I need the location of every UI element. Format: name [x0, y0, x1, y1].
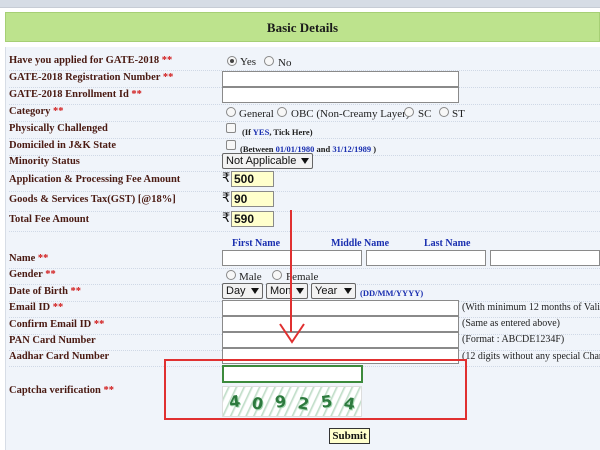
- arrow-down-icon: [279, 323, 305, 344]
- jk-label: Domiciled in J&K State: [9, 140, 117, 151]
- appfee-label: Application & Processing Fee Amount: [9, 174, 181, 185]
- enroll-label: GATE-2018 Enrollment Id **: [9, 89, 142, 100]
- minority-label: Minority Status: [9, 156, 80, 167]
- row-gst: Goods & Services Tax(GST) [@18%]: [9, 193, 600, 212]
- category-general-radio[interactable]: [226, 107, 236, 117]
- category-general-label: General: [239, 108, 274, 120]
- enroll-field[interactable]: [222, 87, 459, 103]
- applied-yes-label: Yes: [240, 56, 257, 68]
- captcha-label: Captcha verification **: [9, 385, 114, 396]
- page-title: Basic Details: [5, 12, 600, 42]
- applied-yes-radio[interactable]: [227, 56, 237, 66]
- confirm-email-field[interactable]: [222, 316, 459, 332]
- pan-note: (Format : ABCDE1234F): [462, 334, 565, 345]
- aadhar-label: Aadhar Card Number: [9, 351, 110, 362]
- pan-field[interactable]: [222, 332, 459, 348]
- rupee-icon: ₹: [222, 171, 231, 186]
- category-obc-label: OBC (Non-Creamy Layer): [291, 108, 410, 120]
- chevron-down-icon: [344, 288, 352, 294]
- gst-label: Goods & Services Tax(GST) [@18%]: [9, 194, 176, 205]
- total-field: 590: [231, 211, 274, 227]
- middle-name-field[interactable]: [366, 250, 486, 266]
- dob-day-select[interactable]: Day: [222, 283, 263, 299]
- dob-year-select[interactable]: Year: [311, 283, 356, 299]
- pan-label: PAN Card Number: [9, 335, 96, 346]
- rupee-icon: ₹: [222, 191, 231, 206]
- last-name-header: Last Name: [424, 238, 471, 249]
- category-st-radio[interactable]: [439, 107, 449, 117]
- jk-checkbox[interactable]: [226, 140, 236, 150]
- submit-button[interactable]: Submit: [329, 428, 370, 444]
- email-field[interactable]: [222, 300, 459, 316]
- category-sc-radio[interactable]: [404, 107, 414, 117]
- email-note: (With minimum 12 months of Valid: [462, 302, 600, 313]
- gender-male-radio[interactable]: [226, 270, 236, 280]
- gst-field: 90: [231, 191, 274, 207]
- applied-label: Have you applied for GATE-2018 **: [9, 55, 173, 66]
- row-total: Total Fee Amount: [9, 213, 600, 232]
- applied-no-radio[interactable]: [264, 56, 274, 66]
- rupee-icon: ₹: [222, 211, 231, 226]
- first-name-header: First Name: [232, 238, 281, 249]
- regno-field[interactable]: [222, 71, 459, 87]
- gender-label: Gender **: [9, 269, 56, 280]
- regno-label: GATE-2018 Registration Number **: [9, 72, 174, 83]
- first-name-field[interactable]: [222, 250, 362, 266]
- row-appfee: Application & Processing Fee Amount: [9, 173, 600, 192]
- minority-select[interactable]: Not Applicable: [222, 153, 313, 169]
- name-label: Name **: [9, 253, 49, 264]
- gender-female-radio[interactable]: [272, 270, 282, 280]
- total-label: Total Fee Amount: [9, 214, 90, 225]
- middle-name-header: Middle Name: [331, 238, 390, 249]
- dob-month-select[interactable]: Mon: [266, 283, 308, 299]
- last-name-field[interactable]: [490, 250, 600, 266]
- applied-no-label: No: [278, 57, 292, 69]
- chevron-down-icon: [296, 288, 304, 294]
- cemail-note: (Same as entered above): [462, 318, 561, 329]
- gender-male-label: Male: [239, 271, 262, 283]
- pc-label: Physically Challenged: [9, 123, 108, 134]
- aadhar-note: (12 digits without any special Chara: [462, 351, 600, 362]
- cemail-label: Confirm Email ID **: [9, 319, 105, 330]
- email-label: Email ID **: [9, 302, 64, 313]
- category-st-label: ST: [452, 108, 465, 120]
- annotation-box: [164, 359, 467, 420]
- annotation-line: [290, 210, 292, 332]
- category-label: Category **: [9, 106, 64, 117]
- pc-hint: (If YES, Tick Here): [242, 127, 313, 137]
- appfee-field: 500: [231, 171, 274, 187]
- dob-format-hint: (DD/MM/YYYY): [360, 288, 424, 298]
- category-obc-radio[interactable]: [277, 107, 287, 117]
- chevron-down-icon: [251, 288, 259, 294]
- top-strip: [0, 0, 600, 8]
- row-applied: Have you applied for GATE-2018 **: [9, 54, 600, 71]
- category-sc-label: SC: [418, 108, 432, 120]
- dob-label: Date of Birth **: [9, 286, 82, 297]
- chevron-down-icon: [301, 158, 309, 164]
- pc-checkbox[interactable]: [226, 123, 236, 133]
